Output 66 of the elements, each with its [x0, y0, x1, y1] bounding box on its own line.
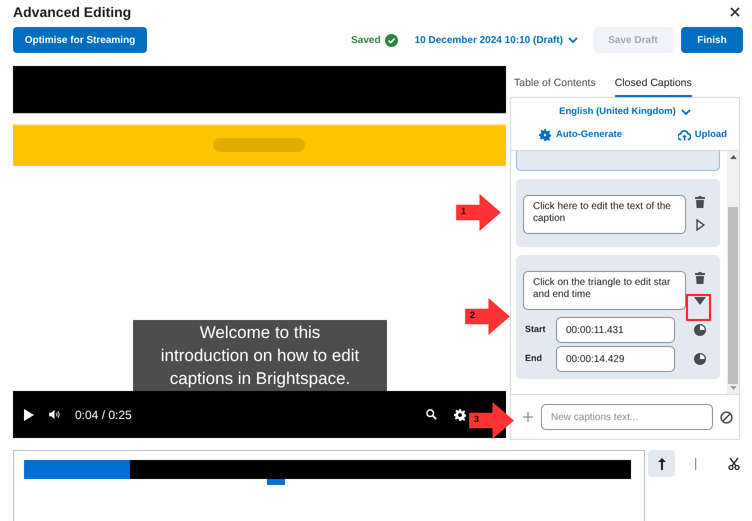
gear-icon [539, 129, 551, 141]
caption-text-field[interactable]: Click on the triangle to edit star and end time [523, 271, 686, 310]
delete-button[interactable] [695, 272, 705, 284]
finish-button[interactable]: Finish [681, 27, 743, 53]
check-circle-icon [384, 34, 398, 46]
clear-button[interactable] [720, 410, 733, 424]
tab[interactable]: Closed Captions [614, 66, 692, 97]
time-label: End [524, 352, 543, 366]
callout-number: 3 [474, 413, 480, 425]
set-time-button[interactable] [694, 353, 706, 365]
play-icon [24, 408, 34, 420]
scrollbar-thumb[interactable] [728, 207, 738, 384]
caption-text-field[interactable]: Click here to edit the text of the caption [523, 195, 686, 234]
chevron-down-icon [680, 109, 691, 115]
revision-dropdown[interactable]: 10 December 2024 10:10 (Draft) [414, 27, 578, 53]
delete-button[interactable] [695, 196, 705, 208]
scissors-icon [728, 458, 740, 470]
search-icon [426, 409, 437, 420]
play-button[interactable] [24, 408, 34, 420]
volume-button[interactable] [49, 410, 60, 419]
arrow-up-icon [658, 458, 666, 470]
upload-button[interactable]: Upload [678, 128, 727, 142]
caption-overlay: Welcome to this introduction on how to edit captions in Brightspace. [133, 320, 387, 391]
playhead-marker[interactable] [267, 479, 285, 485]
cut-button[interactable] [728, 458, 740, 470]
search-button[interactable] [426, 409, 437, 420]
scrollbar[interactable] [727, 151, 739, 394]
close-icon [730, 7, 740, 17]
window-title: Advanced Editing [13, 2, 132, 22]
chevron-down-icon [568, 37, 578, 43]
language-dropdown[interactable]: English (United Kingdom) [559, 104, 691, 120]
optimise-button[interactable]: Optimise for Streaming [13, 27, 147, 53]
expand-toggle[interactable] [694, 297, 706, 305]
move-up-button[interactable] [648, 450, 675, 477]
callout-arrow [469, 402, 514, 439]
callout-arrow [465, 298, 510, 335]
new-caption-field[interactable]: New captions text... [541, 404, 713, 430]
time-label: Start [524, 323, 547, 336]
time-field[interactable]: 00:00:11.431 [556, 317, 675, 343]
add-button[interactable] [523, 412, 533, 422]
marker-button[interactable] [695, 458, 697, 470]
settings-button[interactable] [454, 408, 466, 420]
playback-time: 0:04 / 0:25 [75, 406, 132, 424]
set-time-button[interactable] [694, 324, 706, 336]
plus-icon [523, 412, 533, 422]
cloud-upload-icon [678, 130, 691, 140]
triangle-down-icon [694, 297, 706, 305]
triangle-right-icon [696, 219, 704, 231]
time-field[interactable]: 00:00:14.429 [556, 346, 675, 372]
clock-icon [694, 353, 706, 365]
clock-icon [694, 324, 706, 336]
scroll-up-icon[interactable] [730, 155, 737, 159]
ban-icon [720, 410, 733, 424]
callout-number: 2 [470, 309, 476, 321]
expand-toggle[interactable] [696, 219, 704, 231]
tab[interactable]: Table of Contents [514, 66, 596, 97]
auto-generate-button[interactable]: Auto-Generate [539, 128, 622, 142]
trash-icon [695, 196, 705, 208]
callout-arrow [456, 194, 501, 231]
highlight-box [686, 294, 711, 321]
callout-number: 1 [461, 205, 466, 217]
settings-icon [454, 408, 466, 420]
trash-icon [695, 272, 705, 284]
volume-icon [49, 410, 60, 419]
saved-status: Saved [351, 34, 381, 48]
vertical-line-icon [695, 458, 697, 470]
